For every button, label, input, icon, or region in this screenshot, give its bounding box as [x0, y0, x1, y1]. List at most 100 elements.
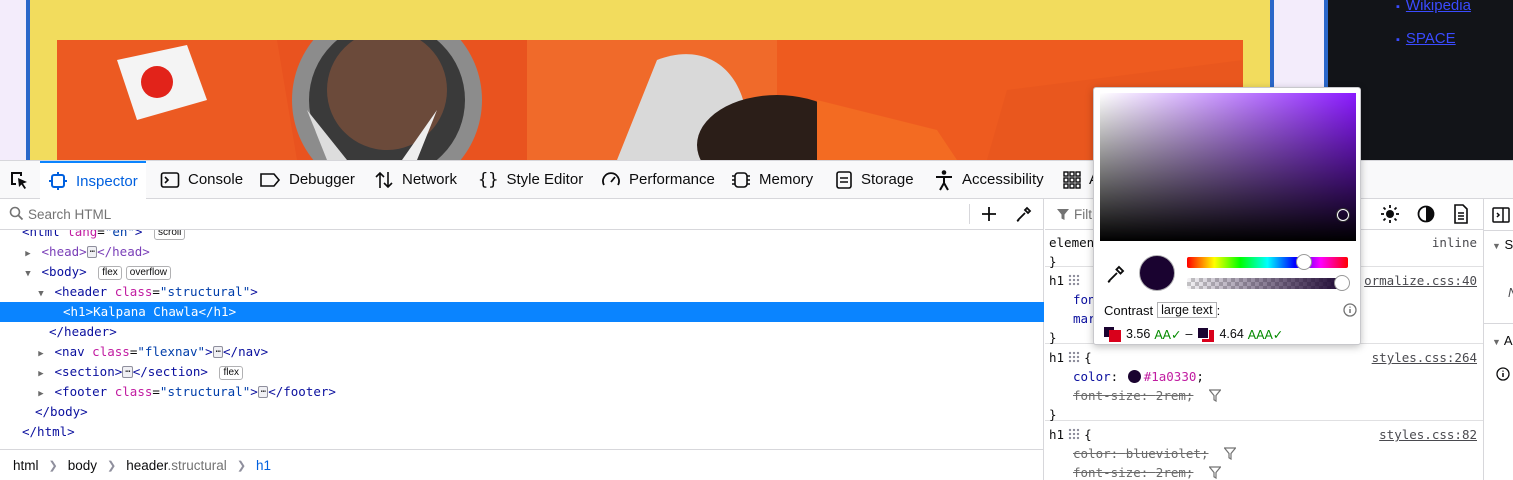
color-swatch[interactable]: [1127, 370, 1141, 383]
section-header-collapsed[interactable]: ▼ A: [1492, 333, 1513, 348]
tree-row-footer[interactable]: ▶ <footer class="structural"> ⋯ </footer>: [0, 382, 1044, 402]
c-val: blueviolet: [1125, 446, 1201, 461]
color-property-overridden[interactable]: color: blueviolet;: [1073, 446, 1209, 461]
expand-arrow-icon[interactable]: ▶: [35, 344, 47, 364]
nav-tag: <nav: [54, 344, 85, 359]
element-selector: elemen: [1049, 235, 1095, 250]
hue-slider-handle[interactable]: [1296, 254, 1312, 270]
rule-source-link[interactable]: ormalize.css:40: [1364, 271, 1477, 290]
contrast-swatch-min: [1103, 326, 1122, 342]
tree-row-head[interactable]: ▶ <head> ⋯ </head>: [0, 242, 1044, 262]
search-icon: [9, 206, 24, 221]
style-editor-icon: {}: [478, 169, 499, 190]
tree-row-body[interactable]: ▼ <body> flex overflow: [0, 262, 1044, 282]
pick-element-button[interactable]: [8, 169, 30, 191]
tab-network[interactable]: Network: [374, 161, 457, 198]
eyedropper-icon[interactable]: [1106, 264, 1126, 284]
breadcrumb-header[interactable]: header.structural: [126, 458, 227, 473]
tab-console[interactable]: Console: [160, 161, 243, 198]
filter-icon[interactable]: [1208, 389, 1222, 403]
filter-icon[interactable]: [1208, 466, 1222, 480]
collapsed-ellipsis[interactable]: ⋯: [86, 246, 98, 258]
contrast-ratio-max: 4.64: [1219, 327, 1244, 341]
contrast-dash: –: [1185, 327, 1193, 341]
breadcrumb-html[interactable]: html: [13, 458, 39, 473]
grid-icon[interactable]: [1068, 351, 1081, 363]
breadcrumb-h1[interactable]: h1: [256, 458, 271, 473]
link-space[interactable]: SPACE: [1396, 23, 1471, 56]
grid-icon[interactable]: [1068, 274, 1081, 286]
section-header-collapsed[interactable]: ▼ S: [1492, 237, 1513, 252]
expand-arrow-icon[interactable]: ▶: [22, 244, 34, 264]
hue-slider[interactable]: [1187, 254, 1348, 270]
tab-inspector[interactable]: Inspector: [40, 161, 146, 199]
tab-accessibility[interactable]: Accessibility: [934, 161, 1044, 198]
collapsed-ellipsis[interactable]: ⋯: [257, 386, 269, 398]
grid-icon[interactable]: [1068, 428, 1081, 440]
tree-row-section[interactable]: ▶ <section> ⋯ </section> flex: [0, 362, 1044, 382]
html-lang-attr: lang: [67, 230, 98, 239]
chevron-down-icon: ▼: [1492, 337, 1501, 347]
pick-element-icon: [11, 172, 27, 189]
tree-row-html-close[interactable]: </html>: [0, 422, 1044, 442]
head-tag: <head>: [41, 244, 87, 259]
filter-icon: [1057, 209, 1069, 220]
font-size-property-overridden[interactable]: font-size: 2rem;: [1073, 388, 1193, 403]
layout-side-panel: ▼ S N ▼ A: [1483, 199, 1513, 480]
alpha-slider-handle[interactable]: [1334, 275, 1350, 291]
tab-performance-label: Performance: [629, 171, 715, 188]
rules-filter-input[interactable]: Filt: [1074, 207, 1092, 222]
current-color-swatch: [1139, 255, 1175, 291]
scroll-badge[interactable]: scroll: [153, 230, 186, 240]
footer-tag: <footer: [54, 384, 108, 399]
link-space-text[interactable]: SPACE: [1406, 30, 1456, 47]
html-tag-end: >: [134, 230, 143, 239]
saturation-value-area[interactable]: [1100, 93, 1356, 241]
tree-row-html[interactable]: <html lang="en"> scroll: [0, 230, 1044, 242]
tab-debugger[interactable]: Debugger: [259, 161, 355, 198]
color-value[interactable]: #1a0330: [1144, 369, 1197, 384]
collapse-arrow-icon[interactable]: ▼: [22, 264, 34, 284]
inspector-icon: [49, 172, 67, 190]
breadcrumb-body[interactable]: body: [68, 458, 97, 473]
accessibility-icon: [936, 169, 952, 190]
rule-selector: h1: [1049, 350, 1065, 365]
flex-badge[interactable]: flex: [98, 266, 122, 280]
tab-inspector-label: Inspector: [76, 172, 138, 190]
tab-storage[interactable]: Storage: [835, 161, 914, 198]
text-size-badge: large text: [1157, 302, 1217, 318]
flex-badge[interactable]: flex: [219, 366, 244, 380]
tab-style-editor[interactable]: {} Style Editor: [478, 161, 583, 198]
collapsed-ellipsis[interactable]: ⋯: [122, 366, 133, 378]
sidebar-toggle-icon[interactable]: [1492, 207, 1510, 223]
tree-row-h1-selected[interactable]: <h1>Kalpana Chawla</h1>: [0, 302, 1044, 322]
html-close-tag: </html>: [22, 424, 75, 439]
alpha-slider[interactable]: [1187, 275, 1350, 291]
color-property[interactable]: color: [1073, 369, 1111, 384]
add-node-icon[interactable]: [981, 206, 997, 222]
tab-style-editor-label: Style Editor: [506, 171, 584, 188]
overflow-badge[interactable]: overflow: [125, 266, 172, 280]
collapse-arrow-icon[interactable]: ▼: [35, 284, 47, 304]
link-wikipedia[interactable]: Wikipedia: [1396, 0, 1471, 23]
eyedropper-icon[interactable]: [1015, 205, 1033, 223]
tree-row-nav[interactable]: ▶ <nav class="flexnav"> ⋯ </nav>: [0, 342, 1044, 362]
link-wikipedia-text[interactable]: Wikipedia: [1406, 0, 1471, 14]
rule-source-link[interactable]: styles.css:264: [1372, 348, 1477, 367]
filter-icon[interactable]: [1223, 447, 1237, 461]
expand-arrow-icon[interactable]: ▶: [35, 364, 47, 384]
rule-h1-styles-82: h1 {styles.css:82 color: blueviolet; font…: [1045, 422, 1483, 480]
collapsed-ellipsis[interactable]: ⋯: [212, 346, 224, 358]
tree-row-header-close[interactable]: </header>: [0, 322, 1044, 342]
font-size-property-overridden[interactable]: font-size: 2rem;: [1073, 465, 1193, 480]
tab-performance[interactable]: Performance: [601, 161, 715, 198]
tab-memory-label: Memory: [759, 171, 814, 188]
tree-row-header[interactable]: ▼ <header class="structural">: [0, 282, 1044, 302]
tree-row-body-close[interactable]: </body>: [0, 402, 1044, 422]
tab-memory[interactable]: Memory: [731, 161, 813, 198]
search-html-input[interactable]: [28, 206, 928, 222]
rule-source-link[interactable]: styles.css:82: [1379, 425, 1477, 444]
expand-arrow-icon[interactable]: ▶: [35, 384, 47, 404]
saturation-value-handle[interactable]: [1337, 209, 1349, 221]
info-icon[interactable]: [1343, 303, 1357, 317]
